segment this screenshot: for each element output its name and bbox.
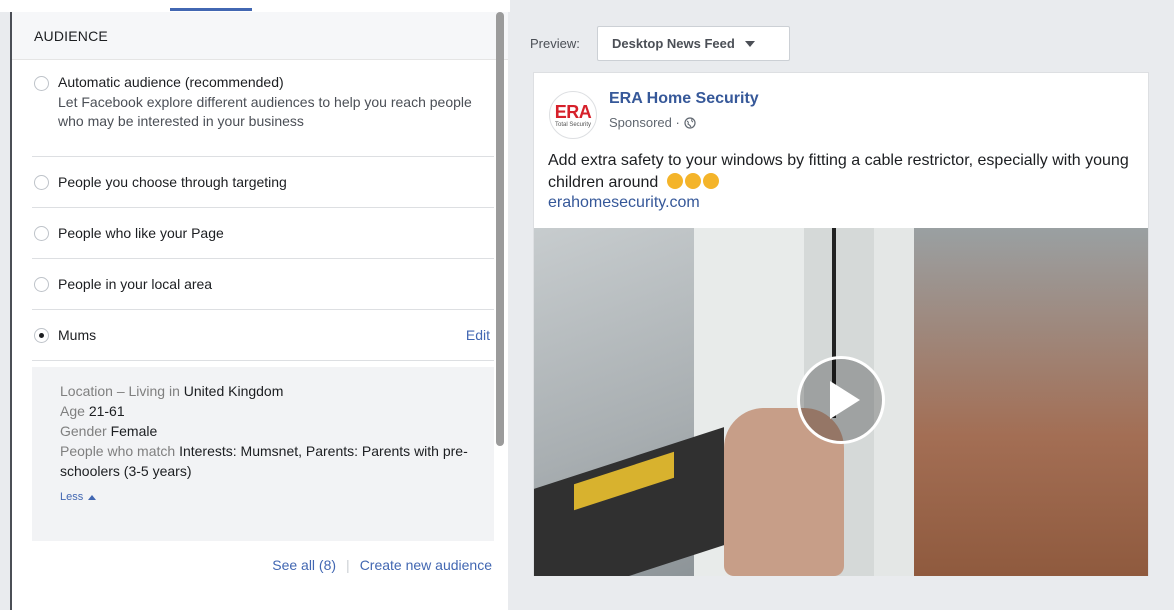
video-thumbnail[interactable] — [534, 228, 1148, 576]
post-link[interactable]: erahomesecurity.com — [548, 194, 700, 212]
emoji-baby-icon — [702, 173, 719, 189]
caret-up-icon — [88, 494, 97, 500]
placement-dropdown[interactable]: Desktop News Feed — [597, 26, 790, 61]
detail-age: Age 21-61 — [60, 403, 125, 419]
audience-option-local[interactable]: People in your local area — [32, 259, 494, 310]
page-logo[interactable]: ERA Total Security — [549, 91, 597, 139]
less-toggle[interactable]: Less — [60, 491, 97, 503]
option-description: Let Facebook explore different audiences… — [58, 94, 472, 129]
detail-gender: Gender Female — [60, 423, 158, 439]
detail-interests: People who match Interests: Mumsnet, Par… — [60, 443, 468, 479]
audience-header: AUDIENCE — [12, 12, 508, 60]
option-label: Mums — [58, 327, 97, 343]
preview-label: Preview: — [530, 36, 580, 51]
footer-separator: | — [346, 557, 350, 573]
radio-targeting[interactable] — [34, 174, 49, 190]
page-name[interactable]: ERA Home Security — [609, 90, 759, 108]
option-label: People in your local area — [58, 276, 213, 292]
play-icon[interactable] — [797, 356, 885, 444]
audience-option-targeting[interactable]: People you choose through targeting — [32, 157, 494, 208]
ad-preview-post: ERA Total Security ERA Home Security Spo… — [533, 72, 1149, 576]
globe-icon — [684, 116, 696, 129]
audience-option-page-likes[interactable]: People who like your Page — [32, 208, 494, 259]
audience-option-automatic[interactable]: Automatic audience (recommended) Let Fac… — [32, 60, 494, 157]
post-text: Add extra safety to your windows by fitt… — [548, 152, 1129, 191]
radio-automatic[interactable] — [34, 76, 49, 91]
edit-audience-link[interactable]: Edit — [466, 327, 490, 343]
audience-panel: AUDIENCE Automatic audience (recommended… — [10, 12, 508, 610]
see-all-link[interactable]: See all (8) — [272, 557, 336, 573]
radio-local[interactable] — [34, 276, 49, 292]
detail-location: Location – Living in United Kingdom — [60, 383, 284, 399]
emoji-girl-icon — [684, 173, 701, 189]
audience-footer: See all (8) | Create new audience — [12, 557, 492, 573]
option-label: People you choose through targeting — [58, 174, 287, 190]
active-tab-indicator — [170, 8, 252, 11]
option-label: People who like your Page — [58, 225, 224, 241]
radio-mums[interactable] — [34, 327, 49, 343]
panel-scrollbar[interactable] — [496, 12, 504, 446]
sponsored-line: Sponsored · — [609, 115, 696, 130]
option-label: Automatic audience (recommended) — [58, 74, 284, 90]
create-audience-link[interactable]: Create new audience — [360, 557, 492, 573]
caret-down-icon — [744, 40, 755, 47]
top-tab-strip — [0, 0, 510, 12]
audience-details: Location – Living in United Kingdom Age … — [32, 367, 494, 541]
radio-page-likes[interactable] — [34, 225, 49, 241]
audience-option-mums[interactable]: Mums Edit — [32, 310, 494, 361]
emoji-child-icon — [666, 173, 683, 189]
placement-value: Desktop News Feed — [612, 36, 735, 51]
